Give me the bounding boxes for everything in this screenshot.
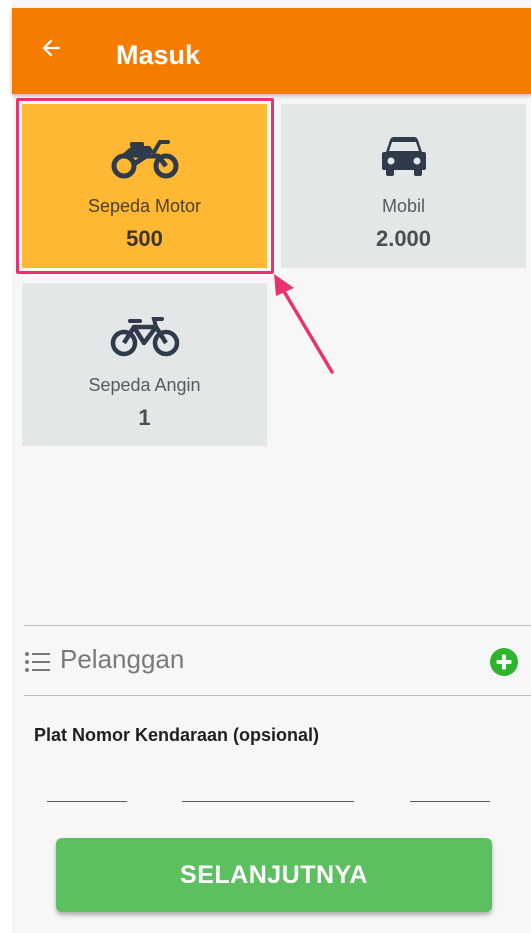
divider-top xyxy=(24,625,531,626)
tile-label: Sepeda Angin xyxy=(88,375,201,395)
plate-suffix-input[interactable] xyxy=(410,770,490,802)
screen: Masuk Sepeda Motor 500 Mobil 2.000 Seped… xyxy=(0,0,531,933)
plate-label: Plat Nomor Kendaraan (opsional) xyxy=(34,725,320,745)
plate-region-input[interactable] xyxy=(47,770,127,802)
next-button[interactable]: SELANJUTNYA xyxy=(56,838,492,912)
customer-label: Pelanggan xyxy=(60,644,185,674)
tile-count: 2.000 xyxy=(375,226,432,251)
vehicle-tile-car[interactable]: Mobil 2.000 xyxy=(281,104,526,268)
plate-number-input[interactable] xyxy=(182,770,354,802)
vehicle-tile-bicycle[interactable]: Sepeda Angin 1 xyxy=(22,283,267,446)
annotation-arrow xyxy=(274,274,334,374)
bicycle-icon xyxy=(110,317,179,357)
divider-bottom xyxy=(24,695,531,696)
arrow-left-icon[interactable] xyxy=(38,35,64,61)
list-icon xyxy=(25,652,50,672)
tile-label: Sepeda Motor xyxy=(87,196,202,216)
app-bar: Masuk xyxy=(12,8,531,94)
vehicle-tile-motorcycle[interactable]: Sepeda Motor 500 xyxy=(22,104,267,268)
car-icon xyxy=(381,137,426,176)
tile-label: Mobil xyxy=(381,196,425,216)
left-edge xyxy=(0,0,12,933)
tile-count: 500 xyxy=(126,226,163,251)
tile-count: 1 xyxy=(138,405,151,430)
motorcycle-icon xyxy=(111,140,178,179)
page-title: Masuk xyxy=(116,40,201,70)
customer-row[interactable]: Pelanggan xyxy=(24,630,531,694)
plus-circle-icon[interactable] xyxy=(490,648,518,676)
